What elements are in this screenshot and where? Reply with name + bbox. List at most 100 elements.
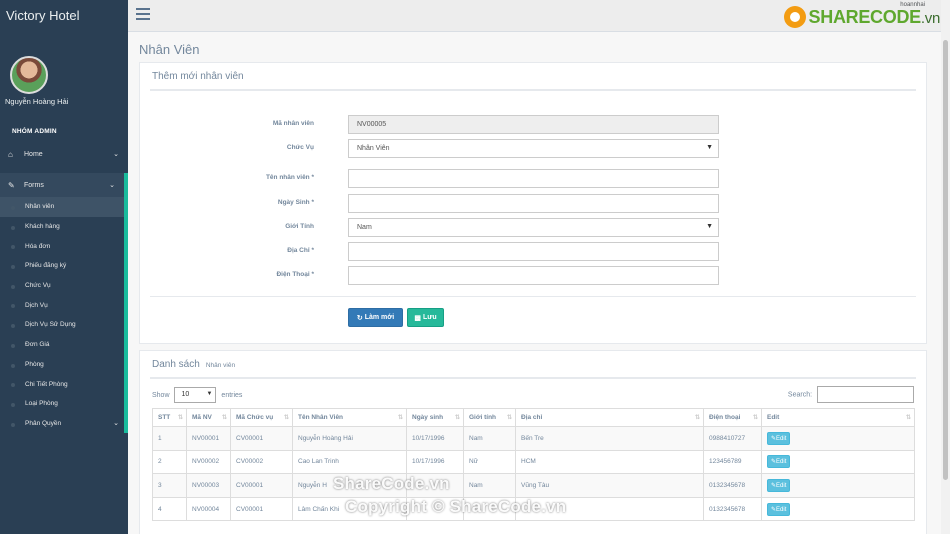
edit-button[interactable]: ✎Edit: [767, 455, 791, 469]
table-header: STT ⇅ Mã NV ⇅ Mã Chức vụ ⇅ Tên Nhân Viên ⇅ N…: [152, 408, 915, 427]
menu-toggle-icon[interactable]: [136, 8, 150, 20]
edit-button[interactable]: ✎Edit: [767, 502, 791, 516]
table-row: 1 NV00001 CV00001 Nguyễn Hoàng Hải 10/17/199…: [152, 426, 915, 451]
divider: [150, 296, 916, 297]
sidebar-item-label: Forms: [24, 181, 44, 189]
sidebar-item-dich-vu-su-dung[interactable]: Dịch Vụ Sử Dụng: [0, 315, 124, 335]
form-row-ma-nv: Mã nhân viên NV00005: [140, 115, 926, 134]
birthdate-input[interactable]: [348, 194, 719, 213]
sidebar: Victory Hotel Nguyễn Hoàng Hải NHÓM ADMI…: [0, 0, 128, 534]
panel-title: Thêm mới nhân viên: [152, 71, 244, 82]
page-title: Nhân Viên: [139, 42, 200, 57]
sidebar-item-phan-quyen[interactable]: Phân Quyền ⌄: [0, 414, 124, 434]
forms-submenu: Nhân viên Khách hàng Hóa đơn Phiếu đăng …: [0, 197, 128, 434]
caret-down-icon: ▼: [206, 391, 213, 397]
search-input[interactable]: [817, 386, 914, 403]
sort-icon: ⇅: [694, 415, 700, 421]
form-row-dien-thoai: Điện Thoại *: [140, 266, 926, 285]
column-header[interactable]: STT ⇅: [152, 408, 187, 427]
column-header[interactable]: Mã Chức vụ ⇅: [230, 408, 293, 427]
watermark-line2: Copyright © ShareCode.vn: [345, 497, 567, 516]
sort-icon: ⇅: [283, 415, 289, 421]
phone-input[interactable]: [348, 266, 719, 285]
table-row: 2 NV00002 CV00002 Cao Lan Trinh 10/17/1996 Nữ…: [152, 449, 915, 475]
sidebar-item-phieu-dang-ky[interactable]: Phiếu đăng ký: [0, 256, 124, 276]
sort-icon: ⇅: [506, 415, 512, 421]
column-header[interactable]: Ngày sinh ⇅: [406, 408, 464, 427]
sidebar-item-label: Phân Quyền: [25, 419, 62, 427]
divider: [150, 377, 916, 379]
search-control: Search:: [788, 386, 914, 403]
column-header[interactable]: Giới tính ⇅: [463, 408, 516, 427]
logo-icon: [783, 6, 806, 28]
save-icon: ▩: [414, 314, 421, 322]
sidebar-item-label: Home: [24, 150, 43, 158]
watermark-line1: ShareCode.vn: [333, 474, 450, 493]
edit-icon: ✎: [8, 180, 15, 190]
brand-title[interactable]: Victory Hotel: [0, 0, 128, 34]
form-row-ngay-sinh: Ngày Sinh *: [140, 194, 926, 213]
gender-select[interactable]: Nam ▼: [348, 218, 719, 237]
caret-down-icon: ▼: [706, 144, 713, 151]
sidebar-item-phong[interactable]: Phòng: [0, 355, 124, 375]
field-label: Địa Chỉ *: [287, 247, 314, 254]
section-title: NHÓM ADMIN: [12, 128, 57, 135]
sidebar-item-chuc-vu[interactable]: Chức Vụ: [0, 276, 124, 296]
sidebar-menu: ⌂ Home ⌄ ✎ Forms ⌄ Nhân viên Khách hàng …: [0, 143, 128, 434]
page-length-select[interactable]: 10 ▼: [174, 387, 217, 403]
column-header[interactable]: Mã NV ⇅: [186, 408, 231, 427]
sidebar-item-dich-vu[interactable]: Dịch Vụ: [0, 295, 124, 315]
sidebar-item-home[interactable]: ⌂ Home ⌄: [0, 143, 128, 165]
edit-button[interactable]: ✎Edit: [767, 478, 791, 492]
position-select[interactable]: Nhân Viên ▼: [348, 139, 719, 158]
employee-name-input[interactable]: [348, 169, 719, 188]
sort-icon: ⇅: [397, 415, 403, 421]
sidebar-item-chi-tiet-phong[interactable]: Chi Tiết Phòng: [0, 374, 124, 394]
field-label: Ngày Sinh *: [277, 199, 314, 206]
sidebar-item-nhan-vien[interactable]: Nhân viên: [0, 197, 124, 217]
profile-name: Nguyễn Hoàng Hải: [5, 97, 69, 106]
field-label: Chức Vụ: [286, 144, 314, 151]
address-input[interactable]: [348, 242, 719, 261]
caret-down-icon: ▼: [706, 223, 713, 230]
sort-icon: ⇅: [454, 415, 460, 421]
column-header[interactable]: Edit ⇅: [761, 408, 915, 427]
home-icon: ⌂: [8, 149, 13, 159]
sidebar-item-forms[interactable]: ✎ Forms ⌄: [0, 173, 128, 197]
chevron-down-icon: ⌄: [113, 151, 119, 158]
save-button[interactable]: ▩ Lưu: [407, 308, 444, 327]
sidebar-item-hoa-don[interactable]: Hóa đơn: [0, 236, 124, 256]
sidebar-item-loai-phong[interactable]: Loại Phòng: [0, 394, 124, 414]
scrollbar-thumb[interactable]: [943, 40, 948, 480]
page-scrollbar[interactable]: [941, 0, 950, 534]
field-label: Giới Tính: [285, 223, 314, 230]
reset-button[interactable]: ↻ Làm mới: [348, 308, 403, 327]
profile: Nguyễn Hoàng Hải: [0, 34, 128, 110]
field-label: Mã nhân viên: [272, 120, 314, 127]
chevron-down-icon: ⌄: [113, 420, 119, 428]
edit-button[interactable]: ✎Edit: [767, 431, 791, 445]
divider: [150, 89, 916, 91]
sort-icon: ⇅: [905, 415, 911, 421]
sidebar-item-don-gia[interactable]: Đơn Giá: [0, 335, 124, 355]
column-header[interactable]: Điện thoại ⇅: [703, 408, 762, 427]
length-control: Show 10 ▼ entries: [152, 387, 242, 403]
sidebar-item-khach-hang[interactable]: Khách hàng: [0, 217, 124, 237]
column-header[interactable]: Địa chỉ ⇅: [515, 408, 704, 427]
form-row-dia-chi: Địa Chỉ *: [140, 242, 926, 261]
field-label: Tên nhân viên *: [265, 174, 314, 181]
sort-icon: ⇅: [221, 415, 227, 421]
avatar: [10, 56, 48, 94]
column-header[interactable]: Tên Nhân Viên ⇅: [292, 408, 407, 427]
refresh-icon: ↻: [356, 314, 363, 322]
panel-title: Danh sách Nhân viên: [152, 359, 236, 370]
sort-icon: ⇅: [177, 415, 183, 421]
chevron-down-icon: ⌄: [109, 182, 115, 189]
sort-icon: ⇅: [752, 415, 758, 421]
form-row-ten: Tên nhân viên *: [140, 169, 926, 188]
form-row-gioi-tinh: Giới Tính Nam ▼: [140, 218, 926, 237]
logo-text: SHARECODE.vn: [808, 6, 941, 27]
table-row: 3 NV00003 CV00001 Nguyễn H Nam Vũng Tàu 013234…: [152, 473, 915, 498]
sharecode-logo: SHARECODE.vn: [783, 6, 941, 28]
form-row-chuc-vu: Chức Vụ Nhân Viên ▼: [140, 139, 926, 158]
